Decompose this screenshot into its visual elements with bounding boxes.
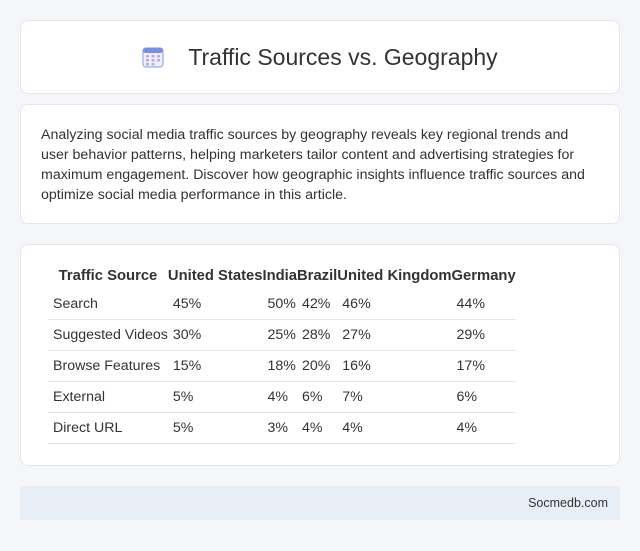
table-cell: 5% <box>167 382 263 413</box>
footer-brand: Socmedb.com <box>528 496 608 510</box>
table-header-row: Traffic Source United States India Brazi… <box>48 266 516 289</box>
table-cell: 29% <box>451 320 516 351</box>
intro-card: Analyzing social media traffic sources b… <box>20 104 620 224</box>
table-cell: 20% <box>297 351 338 382</box>
page-title: Traffic Sources vs. Geography <box>188 43 498 70</box>
title-card: Traffic Sources vs. Geography <box>20 20 620 94</box>
column-header-united-kingdom: United Kingdom <box>337 268 452 284</box>
row-label: Direct URL <box>48 413 168 444</box>
table-row: Direct URL 5% 3% 4% 4% 4% <box>48 413 516 444</box>
table-card: Traffic Source United States India Brazi… <box>20 244 620 466</box>
table-cell: 4% <box>297 413 338 444</box>
column-header-germany: Germany <box>451 268 516 284</box>
row-label: External <box>48 382 168 413</box>
table-cell: 5% <box>167 413 263 444</box>
table-cell: 42% <box>297 289 338 320</box>
column-header-india: India <box>262 268 297 284</box>
table-body: Search 45% 50% 42% 46% 44% Suggested Videos 30%… <box>48 289 516 444</box>
column-header-traffic-source: Traffic Source <box>58 268 158 284</box>
table-cell: 44% <box>451 289 516 320</box>
table-cell: 7% <box>337 382 452 413</box>
column-header-brazil: Brazil <box>297 268 338 284</box>
title-wrap: Traffic Sources vs. Geography <box>142 43 498 71</box>
row-label: Browse Features <box>48 351 168 382</box>
table-row: Search 45% 50% 42% 46% 44% <box>48 289 516 320</box>
intro-paragraph: Analyzing social media traffic sources b… <box>41 127 585 203</box>
table-row: External 5% 4% 6% 7% 6% <box>48 382 516 413</box>
table-row: Browse Features 15% 18% 20% 16% 17% <box>48 351 516 382</box>
row-label: Search <box>48 289 168 320</box>
row-label: Suggested Videos <box>48 320 168 351</box>
table-cell: 50% <box>262 289 297 320</box>
table-cell: 28% <box>297 320 338 351</box>
table-cell: 6% <box>297 382 338 413</box>
table-cell: 4% <box>337 413 452 444</box>
table-cell: 27% <box>337 320 452 351</box>
table-cell: 16% <box>337 351 452 382</box>
calendar-icon <box>142 46 164 68</box>
column-header-united-states: United States <box>167 268 263 284</box>
table-cell: 15% <box>167 351 263 382</box>
table-row: Suggested Videos 30% 25% 28% 27% 29% <box>48 320 516 351</box>
table-cell: 4% <box>262 382 297 413</box>
table-cell: 4% <box>451 413 516 444</box>
footer: Socmedb.com <box>20 486 620 520</box>
traffic-table: Traffic Source United States India Brazi… <box>48 266 516 444</box>
table-cell: 17% <box>451 351 516 382</box>
table-cell: 25% <box>262 320 297 351</box>
table-cell: 30% <box>167 320 263 351</box>
table-cell: 3% <box>262 413 297 444</box>
table-cell: 46% <box>337 289 452 320</box>
table-cell: 45% <box>167 289 263 320</box>
table-cell: 18% <box>262 351 297 382</box>
table-cell: 6% <box>451 382 516 413</box>
